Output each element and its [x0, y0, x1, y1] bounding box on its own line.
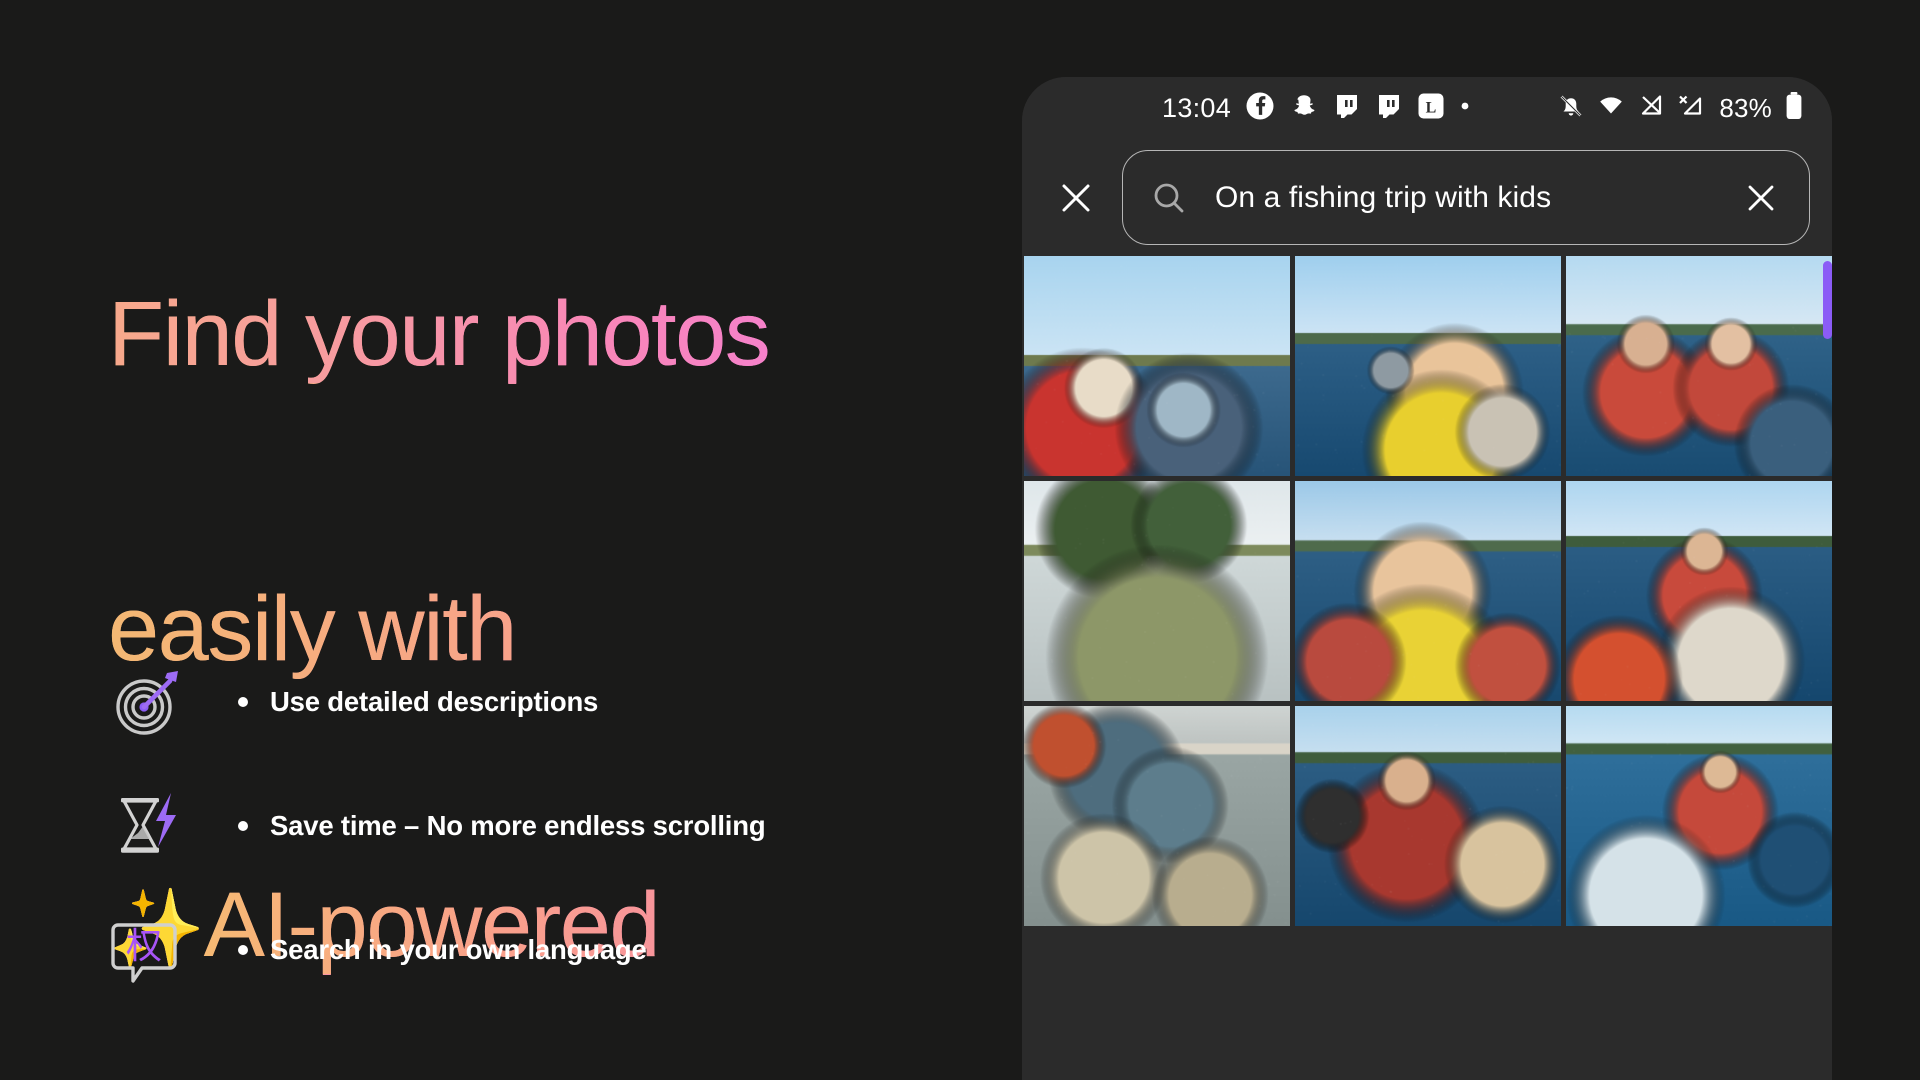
battery-icon [1784, 91, 1804, 126]
photo-thumbnail[interactable] [1566, 481, 1832, 701]
bullet-dot [238, 945, 248, 955]
wifi-icon [1597, 92, 1625, 125]
phone-screen: 13:04 L 83% On a fishing trip with kids [1022, 77, 1832, 1080]
search-icon [1149, 179, 1189, 217]
feature-bullet-list: Use detailed descriptions Save time – No… [108, 640, 938, 1012]
twitch-icon [1333, 92, 1361, 125]
svg-text:L: L [1426, 99, 1437, 116]
status-bar-left: 13:04 L [1162, 91, 1471, 126]
status-bar-right: 83% [1557, 91, 1804, 126]
svg-text:权: 权 [126, 926, 162, 967]
twitch-icon [1375, 92, 1403, 125]
snapchat-icon [1289, 91, 1319, 126]
photo-results-grid [1022, 256, 1832, 1080]
search-input[interactable]: On a fishing trip with kids [1122, 150, 1810, 245]
status-bar: 13:04 L 83% [1022, 77, 1832, 139]
photo-thumbnail[interactable] [1024, 256, 1290, 476]
language-speech-bubble-icon: 权 [108, 911, 186, 989]
mobile-signal-off-icon [1637, 92, 1665, 125]
bullet-label: Search in your own language [270, 934, 647, 966]
list-item: Use detailed descriptions [108, 640, 938, 764]
photo-thumbnail[interactable] [1024, 706, 1290, 926]
bullet-dot [238, 697, 248, 707]
promo-left-panel: Find your photos easily with ✨AI-powered… [0, 0, 1010, 1080]
bullet-label: Use detailed descriptions [270, 686, 598, 718]
photo-thumbnail[interactable] [1566, 706, 1832, 926]
facebook-icon [1245, 91, 1275, 126]
photo-thumbnail[interactable] [1566, 256, 1832, 476]
list-item: Save time – No more endless scrolling [108, 764, 938, 888]
phone-mockup: 13:04 L 83% On a fishing trip with kids [1022, 77, 1832, 1080]
photo-thumbnail[interactable] [1295, 706, 1561, 926]
clear-icon[interactable] [1739, 176, 1783, 220]
list-item: 权 Search in your own language [108, 888, 938, 1012]
status-time: 13:04 [1162, 93, 1231, 124]
close-icon[interactable] [1050, 172, 1102, 224]
letterboxd-icon: L [1417, 92, 1445, 125]
hourglass-lightning-icon [108, 787, 186, 865]
photo-thumbnail[interactable] [1295, 256, 1561, 476]
notifications-muted-icon [1557, 92, 1585, 125]
mobile-data-off-icon [1677, 92, 1705, 125]
headline-line-1: Find your photos [108, 285, 938, 383]
photo-thumbnail[interactable] [1295, 481, 1561, 701]
search-query-text[interactable]: On a fishing trip with kids [1215, 181, 1739, 215]
dot-icon [1459, 99, 1471, 117]
search-header: On a fishing trip with kids [1022, 139, 1832, 256]
battery-percent: 83% [1719, 93, 1772, 124]
dart-target-icon [108, 663, 186, 741]
bullet-dot [238, 821, 248, 831]
bullet-label: Save time – No more endless scrolling [270, 810, 765, 842]
photo-thumbnail[interactable] [1024, 481, 1290, 701]
scroll-indicator[interactable] [1823, 261, 1832, 339]
